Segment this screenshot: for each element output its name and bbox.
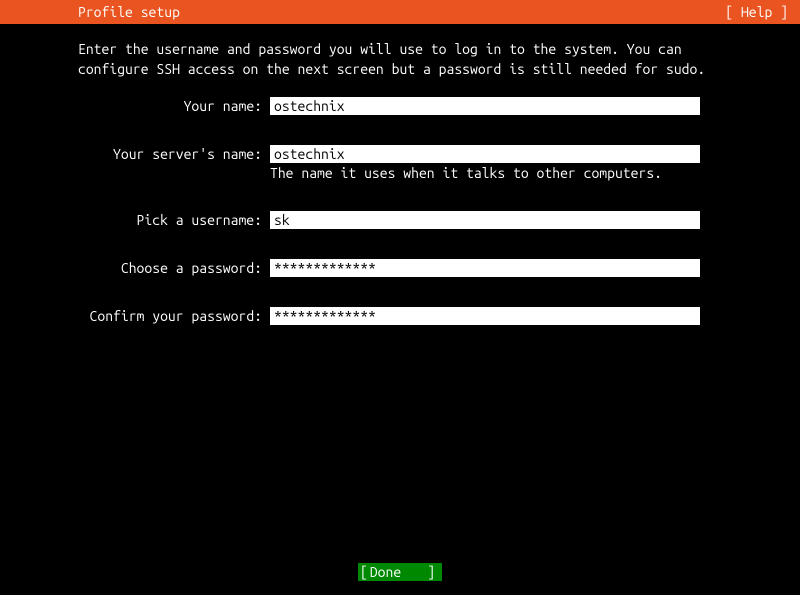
header-bar: Profile setup [ Help ]: [0, 0, 800, 24]
server-name-input-wrap: The name it uses when it talks to other …: [270, 145, 722, 181]
password-row: Choose a password:: [78, 259, 722, 277]
done-label: Done: [370, 564, 401, 580]
username-input[interactable]: [270, 211, 700, 229]
your-name-row: Your name:: [78, 97, 722, 115]
server-name-row: Your server's name: The name it uses whe…: [78, 145, 722, 181]
confirm-password-input[interactable]: [270, 307, 700, 325]
password-input[interactable]: [270, 259, 700, 277]
username-label: Pick a username:: [78, 211, 270, 229]
your-name-input-wrap: [270, 97, 722, 115]
done-button[interactable]: [Done]: [358, 563, 442, 581]
your-name-input[interactable]: [270, 97, 700, 115]
bracket-right: ]: [427, 564, 435, 580]
server-name-input[interactable]: [270, 145, 700, 163]
server-name-label: Your server's name:: [78, 145, 270, 163]
footer: [Done]: [0, 563, 800, 581]
your-name-label: Your name:: [78, 97, 270, 115]
password-input-wrap: [270, 259, 722, 277]
username-input-wrap: [270, 211, 722, 229]
password-label: Choose a password:: [78, 259, 270, 277]
confirm-password-row: Confirm your password:: [78, 307, 722, 325]
content-area: Enter the username and password you will…: [0, 24, 800, 325]
instructions-text: Enter the username and password you will…: [78, 40, 722, 79]
username-row: Pick a username:: [78, 211, 722, 229]
page-title: Profile setup: [78, 4, 180, 20]
bracket-left: [: [360, 564, 368, 580]
help-button[interactable]: [ Help ]: [725, 4, 788, 20]
server-name-hint: The name it uses when it talks to other …: [270, 165, 722, 181]
confirm-password-input-wrap: [270, 307, 722, 325]
confirm-password-label: Confirm your password:: [78, 307, 270, 325]
